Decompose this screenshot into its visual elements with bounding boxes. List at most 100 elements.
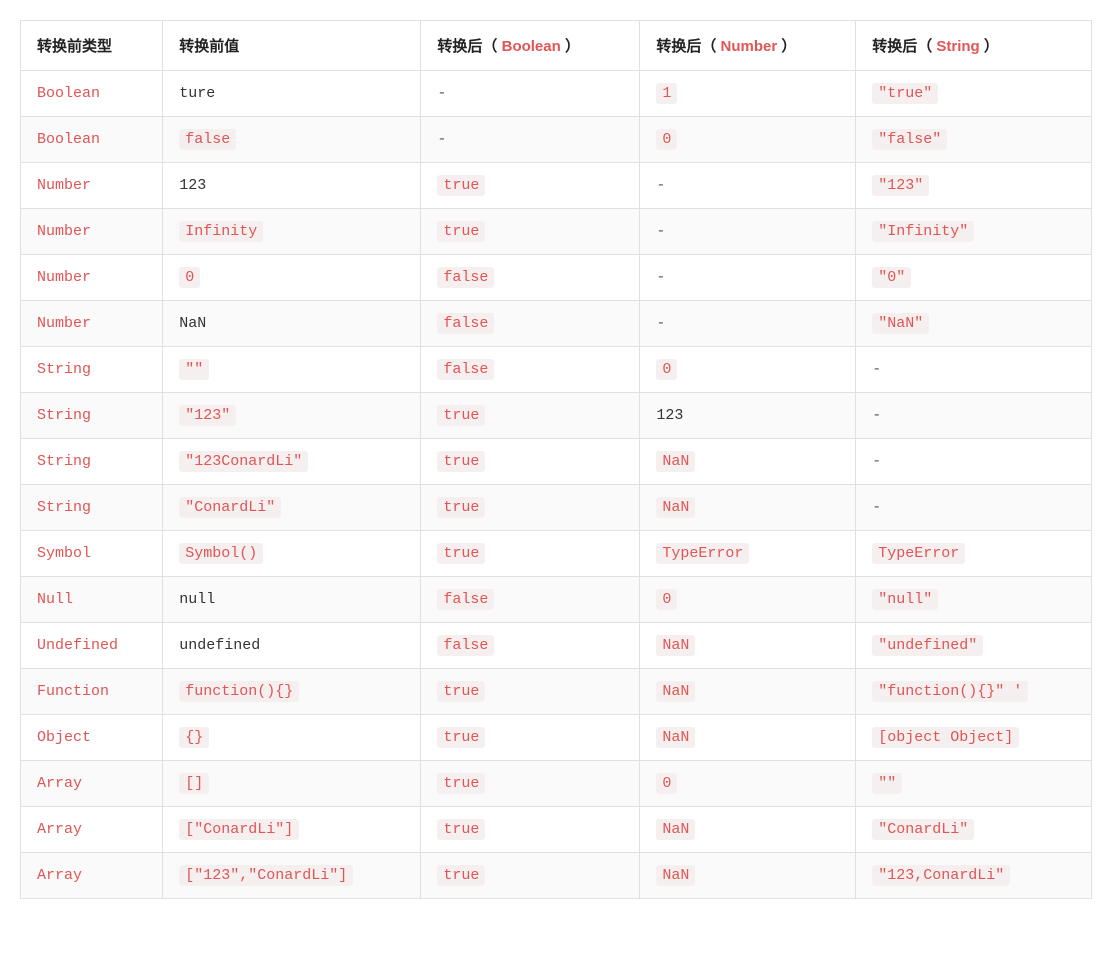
- cell-type: Null: [21, 577, 163, 623]
- table-row: Booleanfalse-0"false": [21, 117, 1092, 163]
- cell-string: "0": [856, 255, 1092, 301]
- cell-val: false: [163, 117, 421, 163]
- cell-boolean: false: [421, 577, 640, 623]
- table-row: String""false0-: [21, 347, 1092, 393]
- col-header-number: 转换后（ Number ）: [640, 21, 856, 71]
- cell-number: NaN: [640, 439, 856, 485]
- cell-number: -: [640, 255, 856, 301]
- cell-string: "123": [856, 163, 1092, 209]
- col-header-string: 转换后（ String ）: [856, 21, 1092, 71]
- cell-boolean: -: [421, 71, 640, 117]
- cell-boolean: true: [421, 761, 640, 807]
- cell-number: NaN: [640, 853, 856, 899]
- cell-val: "": [163, 347, 421, 393]
- cell-type: Number: [21, 209, 163, 255]
- cell-number: 0: [640, 347, 856, 393]
- cell-string: "NaN": [856, 301, 1092, 347]
- cell-boolean: true: [421, 531, 640, 577]
- cell-type: String: [21, 393, 163, 439]
- cell-string: "Infinity": [856, 209, 1092, 255]
- table-row: Array[]true0"": [21, 761, 1092, 807]
- table-row: Number0false-"0": [21, 255, 1092, 301]
- cell-type: Array: [21, 807, 163, 853]
- cell-val: function(){}: [163, 669, 421, 715]
- cell-val: {}: [163, 715, 421, 761]
- table-header-row: 转换前类型 转换前值 转换后（ Boolean ） 转换后（ Number ） …: [21, 21, 1092, 71]
- cell-string: -: [856, 393, 1092, 439]
- cell-string: "false": [856, 117, 1092, 163]
- cell-number: -: [640, 163, 856, 209]
- cell-type: String: [21, 439, 163, 485]
- cell-string: -: [856, 485, 1092, 531]
- cell-string: "": [856, 761, 1092, 807]
- table-row: Array["123","ConardLi"]trueNaN"123,Conar…: [21, 853, 1092, 899]
- table-row: NumberNaNfalse-"NaN": [21, 301, 1092, 347]
- cell-val: 123: [163, 163, 421, 209]
- cell-string: "ConardLi": [856, 807, 1092, 853]
- cell-val: Symbol(): [163, 531, 421, 577]
- cell-number: NaN: [640, 485, 856, 531]
- cell-type: Array: [21, 761, 163, 807]
- conversion-table: 转换前类型 转换前值 转换后（ Boolean ） 转换后（ Number ） …: [20, 20, 1092, 899]
- cell-boolean: false: [421, 347, 640, 393]
- cell-string: -: [856, 347, 1092, 393]
- cell-boolean: true: [421, 439, 640, 485]
- cell-number: 0: [640, 117, 856, 163]
- table-row: String"123"true123-: [21, 393, 1092, 439]
- cell-val: "123ConardLi": [163, 439, 421, 485]
- col-header-type-before: 转换前类型: [21, 21, 163, 71]
- cell-number: NaN: [640, 715, 856, 761]
- cell-boolean: true: [421, 393, 640, 439]
- cell-type: Array: [21, 853, 163, 899]
- col-header-val-before: 转换前值: [163, 21, 421, 71]
- cell-string: [object Object]: [856, 715, 1092, 761]
- cell-number: 0: [640, 577, 856, 623]
- cell-val: ["123","ConardLi"]: [163, 853, 421, 899]
- cell-type: Boolean: [21, 71, 163, 117]
- table-row: String"123ConardLi"trueNaN-: [21, 439, 1092, 485]
- cell-string: "true": [856, 71, 1092, 117]
- table-row: Functionfunction(){}trueNaN"function(){}…: [21, 669, 1092, 715]
- cell-boolean: true: [421, 807, 640, 853]
- cell-string: "function(){}" ': [856, 669, 1092, 715]
- cell-val: null: [163, 577, 421, 623]
- cell-type: Function: [21, 669, 163, 715]
- cell-number: 123: [640, 393, 856, 439]
- cell-boolean: true: [421, 485, 640, 531]
- table-body: Booleanture-1"true"Booleanfalse-0"false"…: [21, 71, 1092, 899]
- table-row: Array["ConardLi"]trueNaN"ConardLi": [21, 807, 1092, 853]
- cell-type: Number: [21, 255, 163, 301]
- cell-number: 0: [640, 761, 856, 807]
- cell-val: 0: [163, 255, 421, 301]
- cell-number: -: [640, 209, 856, 255]
- cell-val: "123": [163, 393, 421, 439]
- table-row: NumberInfinitytrue-"Infinity": [21, 209, 1092, 255]
- cell-type: String: [21, 485, 163, 531]
- cell-boolean: true: [421, 853, 640, 899]
- cell-type: Object: [21, 715, 163, 761]
- cell-string: "null": [856, 577, 1092, 623]
- cell-type: Symbol: [21, 531, 163, 577]
- cell-boolean: true: [421, 209, 640, 255]
- cell-boolean: true: [421, 715, 640, 761]
- cell-boolean: true: [421, 669, 640, 715]
- table-row: String"ConardLi"trueNaN-: [21, 485, 1092, 531]
- cell-type: Undefined: [21, 623, 163, 669]
- cell-type: Number: [21, 301, 163, 347]
- cell-val: ["ConardLi"]: [163, 807, 421, 853]
- cell-type: Boolean: [21, 117, 163, 163]
- table-row: UndefinedundefinedfalseNaN"undefined": [21, 623, 1092, 669]
- cell-boolean: false: [421, 623, 640, 669]
- table-row: Object{}trueNaN[object Object]: [21, 715, 1092, 761]
- table-row: Booleanture-1"true": [21, 71, 1092, 117]
- cell-val: ture: [163, 71, 421, 117]
- cell-string: TypeError: [856, 531, 1092, 577]
- cell-string: -: [856, 439, 1092, 485]
- table-row: Number123true-"123": [21, 163, 1092, 209]
- cell-number: NaN: [640, 669, 856, 715]
- cell-val: []: [163, 761, 421, 807]
- cell-string: "undefined": [856, 623, 1092, 669]
- cell-number: TypeError: [640, 531, 856, 577]
- cell-number: -: [640, 301, 856, 347]
- cell-val: Infinity: [163, 209, 421, 255]
